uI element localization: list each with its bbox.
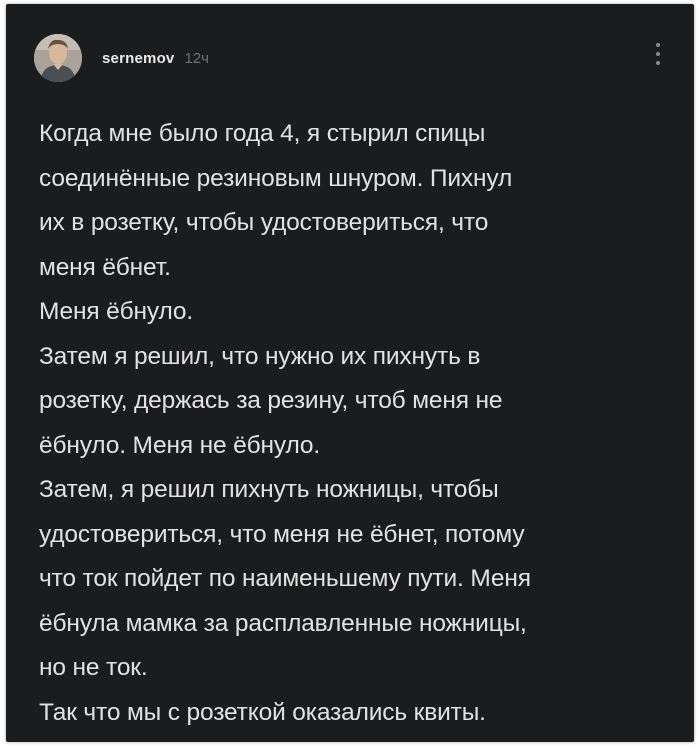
text-line: розетку, держась за резину, чтоб меня не	[39, 387, 503, 414]
text-line: но не ток.	[39, 654, 148, 681]
user-photo-icon	[34, 34, 82, 82]
text-line: Затем, я решил пихнуть ножницы, чтобы	[39, 476, 499, 503]
comment-card: sernemov 12ч Когда мне было года 4, я ст…	[6, 4, 694, 742]
text-line: Когда мне было года 4, я стырил спицы	[39, 120, 486, 147]
text-line: соединённые резиновым шнуром. Пихнул	[39, 164, 513, 192]
avatar[interactable]	[34, 34, 82, 82]
author-name[interactable]: sernemov	[102, 50, 174, 67]
more-options-button[interactable]	[652, 36, 664, 72]
comment-text: Когда мне было года 4, я стырил спицы со…	[39, 112, 669, 735]
text-line: ёбнула мамка за расплавленные ножницы,	[39, 609, 527, 637]
comment-header: sernemov 12ч	[34, 32, 209, 84]
more-vertical-icon-dot	[656, 61, 660, 65]
text-line: их в розетку, чтобы удостовериться, что	[39, 209, 489, 236]
post-time: 12ч	[184, 49, 209, 67]
text-line: удостовериться, что меня не ёбнет, потом…	[39, 520, 525, 548]
text-line: меня ёбнет.	[39, 253, 171, 281]
text-line: Затем я решил, что нужно их пихнуть в	[39, 342, 481, 370]
more-vertical-icon-dot	[656, 52, 660, 56]
more-vertical-icon	[656, 43, 660, 47]
text-line: Так что мы с розеткой оказались квиты.	[39, 698, 486, 726]
text-line: Меня ёбнуло.	[39, 298, 194, 325]
text-line: что ток пойдет по наименьшему пути. Меня	[39, 565, 531, 592]
text-line: ёбнуло. Меня не ёбнуло.	[39, 431, 321, 459]
